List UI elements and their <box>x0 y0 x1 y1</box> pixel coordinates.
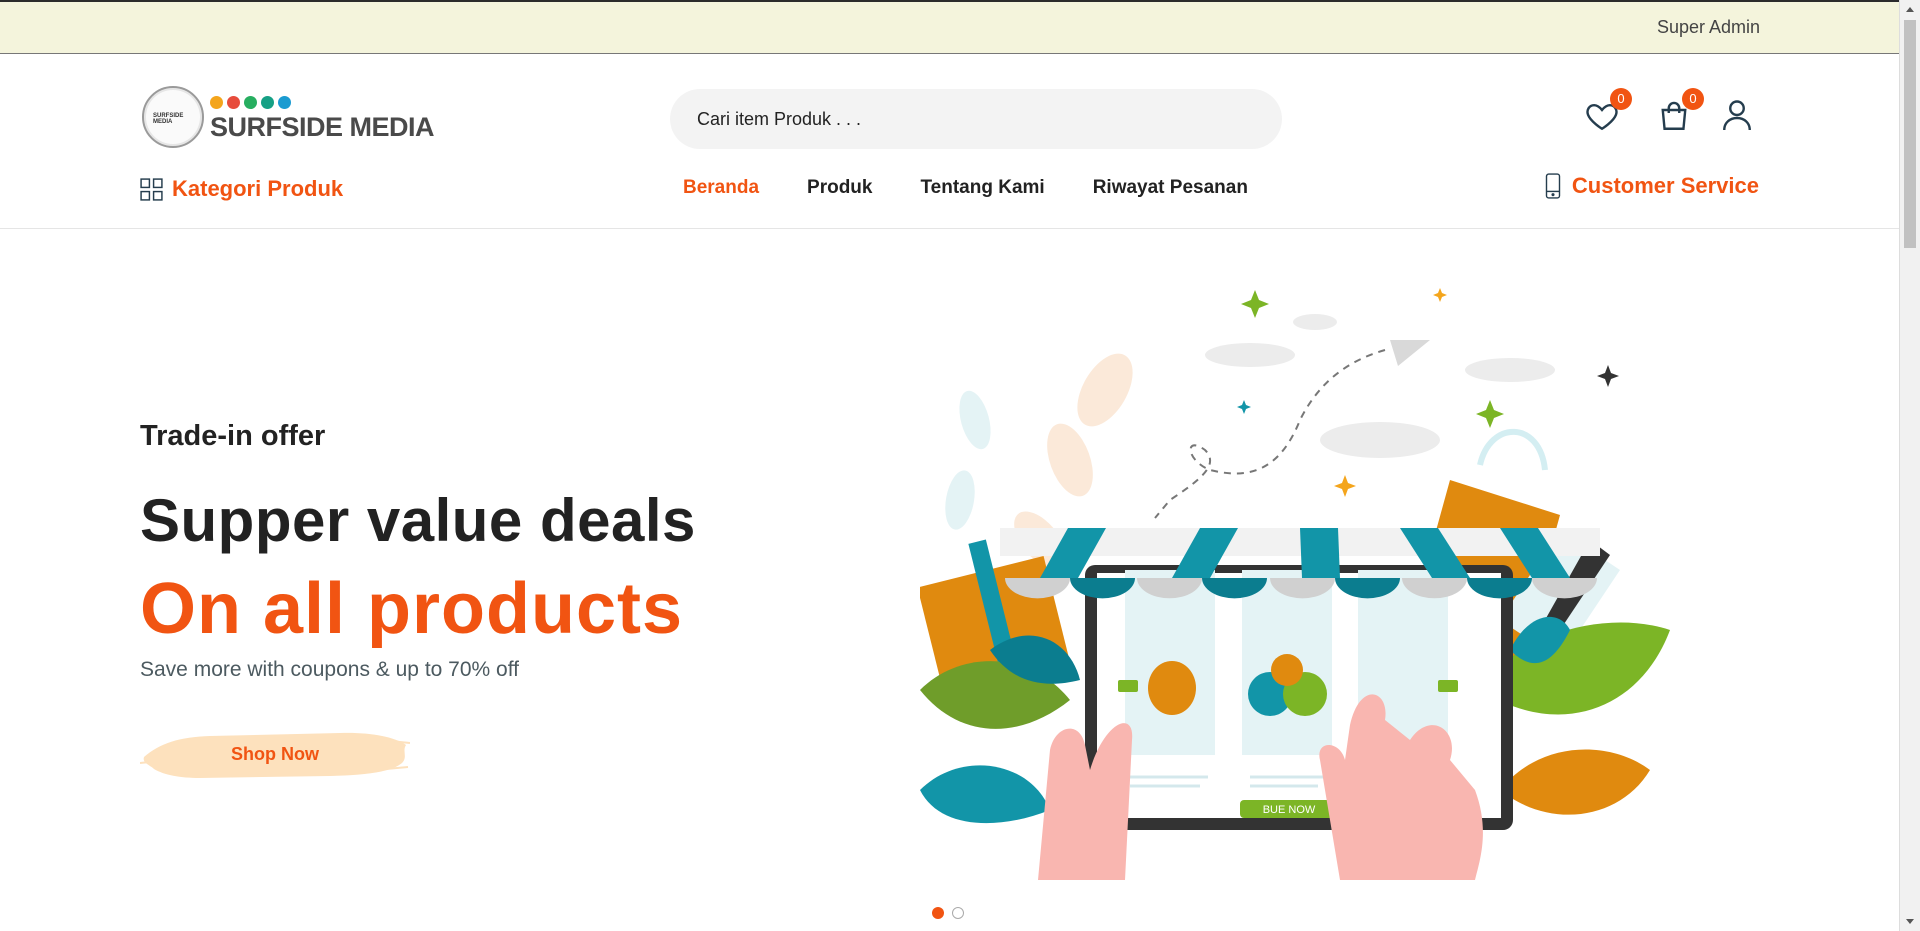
product-apple-3 <box>1271 654 1303 686</box>
hero-highlight: On all products <box>140 569 684 649</box>
logo-dot <box>227 96 240 109</box>
top-bar: Super Admin <box>0 2 1899 54</box>
nav-item-tentang-kami[interactable]: Tentang Kami <box>920 177 1044 199</box>
category-menu-button[interactable]: Kategori Produk <box>139 174 343 204</box>
shop-now-label: Shop Now <box>231 743 319 764</box>
logo-dot <box>210 96 223 109</box>
site-header: SURFSIDE MEDIA SURFSIDE MEDIA 0 0 <box>0 54 1899 229</box>
grid-icon <box>140 177 163 201</box>
slide-dot-1[interactable] <box>932 907 944 919</box>
wishlist-button[interactable]: 0 <box>1584 88 1632 138</box>
background-leaves-teal <box>945 390 991 530</box>
logo-wordmark: SURFSIDE MEDIA <box>210 112 435 142</box>
hero-text: Trade-in offer Supper value deals On all… <box>140 420 695 681</box>
scrollbar-thumb[interactable] <box>1904 20 1916 248</box>
hero-subtitle: Trade-in offer <box>140 420 326 452</box>
nav-item-produk[interactable]: Produk <box>807 177 872 199</box>
phone-icon <box>1545 173 1561 199</box>
bag-handle <box>1477 428 1548 471</box>
prev-arrow <box>1118 680 1138 692</box>
nav-item-riwayat-pesanan[interactable]: Riwayat Pesanan <box>1093 177 1248 199</box>
wishlist-count: 0 <box>1610 88 1632 110</box>
page-scrollbar[interactable] <box>1899 0 1920 931</box>
hero-title: Supper value deals <box>140 487 696 554</box>
left-hand <box>1038 723 1133 880</box>
product-leaf <box>1148 661 1196 715</box>
logo-dot <box>244 96 257 109</box>
scroll-down-arrow[interactable] <box>1906 919 1914 924</box>
hero-description: Save more with coupons & up to 70% off <box>140 658 520 681</box>
paper-plane <box>1390 340 1430 366</box>
admin-username[interactable]: Super Admin <box>1657 17 1760 38</box>
cart-count: 0 <box>1682 88 1704 110</box>
hero-illustration: BUE NOW <box>920 288 1670 880</box>
shop-now-button[interactable]: Shop Now <box>140 723 410 785</box>
site-logo[interactable]: SURFSIDE MEDIA SURFSIDE MEDIA <box>142 86 435 148</box>
cart-button[interactable]: 0 <box>1656 88 1704 138</box>
main-nav: Beranda Produk Tentang Kami Riwayat Pesa… <box>683 177 1248 199</box>
scroll-up-arrow[interactable] <box>1906 7 1914 12</box>
slider-pagination <box>932 907 964 919</box>
logo-dots <box>210 96 291 109</box>
customer-service-label: Customer Service <box>1571 173 1759 198</box>
category-label: Kategori Produk <box>172 176 344 201</box>
logo-dot <box>261 96 274 109</box>
account-button[interactable] <box>1719 93 1759 137</box>
logo-badge: SURFSIDE MEDIA <box>142 86 204 148</box>
logo-badge-text: SURFSIDE MEDIA <box>153 113 184 125</box>
buy-now-text: BUE NOW <box>1263 804 1316 816</box>
logo-dot <box>278 96 291 109</box>
nav-item-beranda[interactable]: Beranda <box>683 177 759 199</box>
slide-dot-2[interactable] <box>952 907 964 919</box>
search-input[interactable] <box>670 89 1282 149</box>
next-arrow <box>1438 680 1458 692</box>
user-icon <box>1723 100 1751 131</box>
customer-service-link[interactable]: Customer Service <box>1544 173 1759 199</box>
